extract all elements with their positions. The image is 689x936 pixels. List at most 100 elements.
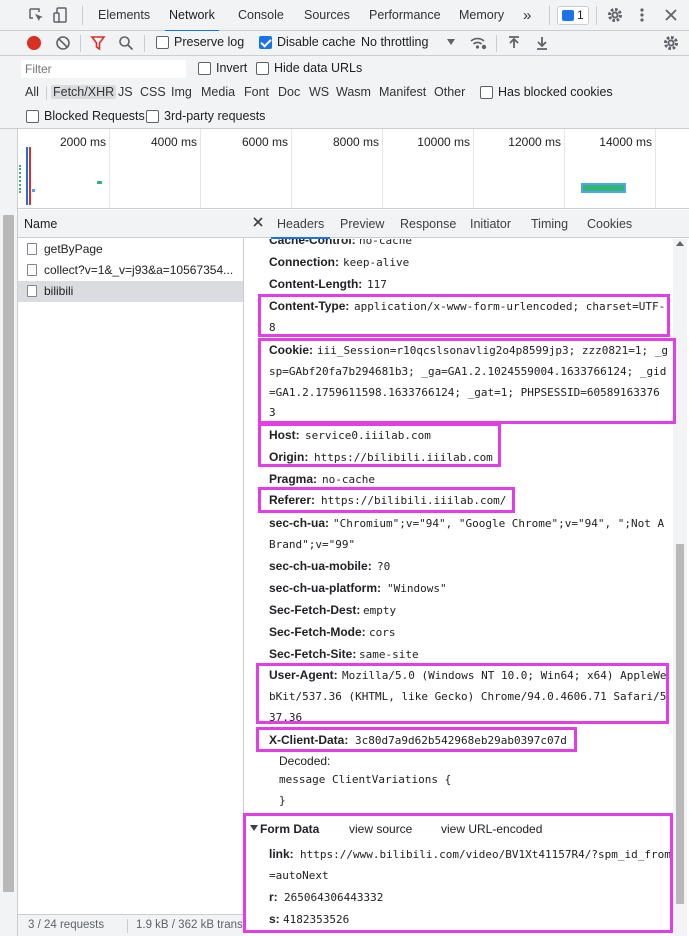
import-har-icon[interactable] bbox=[507, 35, 521, 51]
invert-checkbox[interactable] bbox=[198, 62, 211, 75]
header-value: no-cache bbox=[322, 473, 375, 486]
header-value: cors bbox=[369, 626, 396, 639]
network-conditions-icon[interactable] bbox=[469, 35, 487, 51]
record-icon[interactable] bbox=[27, 36, 41, 50]
issues-button[interactable]: 1 bbox=[557, 6, 589, 25]
third-party-requests-label: 3rd-party requests bbox=[164, 109, 266, 123]
issues-count: 1 bbox=[577, 8, 584, 22]
clear-icon[interactable] bbox=[55, 35, 71, 51]
header-value: keep-alive bbox=[343, 256, 410, 269]
header-key: sec-ch-ua-mobile: bbox=[269, 559, 372, 573]
left-scrollbar[interactable] bbox=[3, 215, 14, 892]
tab-elements[interactable]: Elements bbox=[98, 0, 150, 31]
filter-icon[interactable] bbox=[90, 35, 106, 51]
header-key: Content-Length: bbox=[269, 277, 363, 291]
filter-type-doc[interactable]: Doc bbox=[278, 85, 300, 99]
grid-line bbox=[564, 129, 565, 208]
separator bbox=[80, 35, 81, 52]
header-value: ?0 bbox=[377, 560, 391, 573]
separator bbox=[549, 6, 550, 25]
header-value: empty bbox=[363, 604, 397, 617]
decoded-label: Decoded: bbox=[279, 754, 331, 768]
transfer-size: 1.9 kB / 362 kB transfe bbox=[136, 919, 244, 931]
tab-memory[interactable]: Memory bbox=[459, 0, 504, 31]
blocked-requests-checkbox[interactable] bbox=[26, 110, 39, 123]
tab-response[interactable]: Response bbox=[400, 210, 456, 238]
filter-type-media[interactable]: Media bbox=[201, 85, 235, 99]
request-bars bbox=[19, 165, 27, 193]
filter-type-all[interactable]: All bbox=[25, 85, 39, 99]
filter-bar: Invert Hide data URLs All Fetch/XHR JS C… bbox=[0, 56, 689, 129]
highlight-referer bbox=[258, 487, 515, 513]
timeline-tick: 14000 ms bbox=[599, 135, 652, 149]
tab-initiator[interactable]: Initiator bbox=[470, 210, 511, 238]
name-column-header[interactable]: Name bbox=[18, 210, 244, 238]
request-bar bbox=[97, 181, 102, 184]
has-blocked-cookies-label: Has blocked cookies bbox=[498, 85, 613, 99]
request-row[interactable]: collect?v=1&_v=j93&a=10567354... bbox=[18, 260, 243, 281]
scrollbar-thumb[interactable] bbox=[676, 544, 684, 904]
document-icon bbox=[27, 243, 37, 255]
disable-cache-checkbox[interactable] bbox=[259, 36, 272, 49]
preserve-log-checkbox[interactable] bbox=[156, 36, 169, 49]
tab-sources[interactable]: Sources bbox=[304, 0, 350, 31]
filter-type-ws[interactable]: WS bbox=[309, 85, 329, 99]
tab-cookies[interactable]: Cookies bbox=[587, 210, 632, 238]
cache-control-row: Cache-Control: no-cache bbox=[245, 239, 672, 247]
more-tabs-button[interactable]: » bbox=[523, 0, 531, 31]
throttling-select[interactable]: No throttling bbox=[361, 35, 428, 49]
request-name: collect?v=1&_v=j93&a=10567354... bbox=[44, 263, 234, 277]
header-key: Sec-Fetch-Site: bbox=[269, 647, 357, 661]
scroll-up-icon[interactable] bbox=[676, 241, 684, 246]
tab-preview[interactable]: Preview bbox=[340, 210, 384, 238]
search-icon[interactable] bbox=[118, 35, 134, 51]
network-settings-gear-icon[interactable] bbox=[662, 34, 680, 52]
export-har-icon[interactable] bbox=[535, 35, 549, 51]
tab-timing[interactable]: Timing bbox=[531, 210, 568, 238]
filter-input[interactable] bbox=[21, 60, 186, 78]
tab-performance[interactable]: Performance bbox=[369, 0, 441, 31]
highlight-cookie bbox=[258, 338, 676, 424]
network-status-bar: 3 / 24 requests 1.9 kB / 362 kB transfe bbox=[18, 914, 244, 936]
chevron-down-icon[interactable] bbox=[447, 39, 455, 45]
hide-data-urls-checkbox[interactable] bbox=[256, 62, 269, 75]
filter-type-other[interactable]: Other bbox=[434, 85, 465, 99]
device-toolbar-icon[interactable] bbox=[52, 6, 70, 24]
grid-line bbox=[200, 129, 201, 208]
header-value: no-cache bbox=[359, 239, 412, 247]
third-party-requests-checkbox[interactable] bbox=[146, 110, 159, 123]
filter-type-wasm[interactable]: Wasm bbox=[336, 85, 371, 99]
filter-type-img[interactable]: Img bbox=[171, 85, 192, 99]
inspect-element-icon[interactable] bbox=[27, 6, 45, 24]
kebab-menu-icon[interactable] bbox=[633, 6, 651, 24]
filter-type-font[interactable]: Font bbox=[244, 85, 269, 99]
grid-line bbox=[382, 129, 383, 208]
tab-console[interactable]: Console bbox=[238, 0, 284, 31]
highlight-form-data bbox=[243, 813, 673, 933]
header-value: same-site bbox=[359, 648, 419, 661]
has-blocked-cookies-checkbox[interactable] bbox=[480, 86, 493, 99]
invert-label: Invert bbox=[216, 61, 248, 75]
header-key: sec-ch-ua-platform: bbox=[269, 581, 382, 595]
filter-type-fetch-xhr[interactable]: Fetch/XHR bbox=[51, 85, 117, 99]
request-row-selected[interactable]: bilibili bbox=[18, 281, 243, 302]
tab-network[interactable]: Network bbox=[165, 0, 219, 32]
disable-cache-label: Disable cache bbox=[277, 35, 356, 49]
tab-headers[interactable]: Headers bbox=[270, 210, 331, 239]
close-icon[interactable] bbox=[662, 6, 680, 24]
filter-type-css[interactable]: CSS bbox=[140, 85, 166, 99]
separator bbox=[144, 35, 145, 52]
header-key: sec-ch-ua: bbox=[269, 516, 330, 530]
close-icon[interactable] bbox=[252, 216, 264, 228]
separator bbox=[596, 6, 597, 25]
network-overview-timeline[interactable]: 2000 ms 4000 ms 6000 ms 8000 ms 10000 ms… bbox=[18, 129, 689, 209]
filter-type-js[interactable]: JS bbox=[118, 85, 133, 99]
request-row[interactable]: getByPage bbox=[18, 239, 243, 260]
filter-type-manifest[interactable]: Manifest bbox=[379, 85, 426, 99]
document-icon bbox=[27, 285, 37, 297]
header-value: "Windows" bbox=[387, 582, 447, 595]
settings-gear-icon[interactable] bbox=[606, 6, 624, 24]
document-icon bbox=[27, 264, 37, 276]
issues-icon bbox=[562, 10, 574, 21]
timeline-tick: 2000 ms bbox=[59, 135, 106, 149]
